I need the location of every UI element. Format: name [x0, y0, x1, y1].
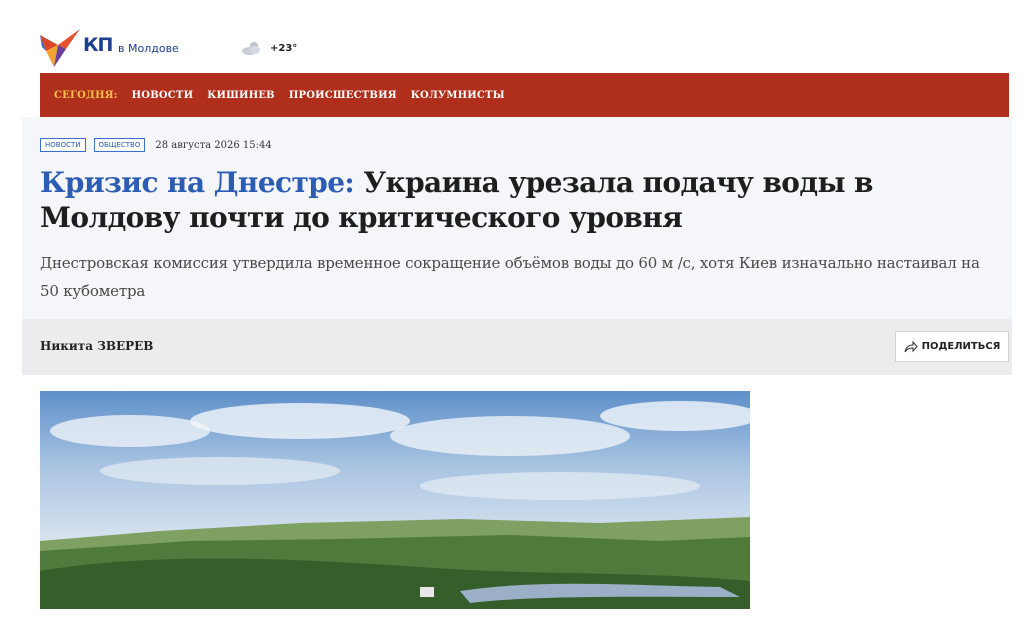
- share-button[interactable]: ПОДЕЛИТЬСЯ: [895, 331, 1009, 362]
- article-photo[interactable]: [40, 391, 750, 609]
- nav-item-news[interactable]: НОВОСТИ: [132, 90, 194, 101]
- site-logo[interactable]: КП в Молдове: [40, 29, 179, 67]
- landscape-photo: [40, 391, 750, 609]
- tag-news[interactable]: НОВОСТИ: [40, 138, 86, 152]
- article-author[interactable]: Никита ЗВЕРЕВ: [40, 339, 153, 353]
- main-nav: СЕГОДНЯ: НОВОСТИ КИШИНЕВ ПРОИСШЕСТВИЯ КО…: [40, 73, 1009, 117]
- page: КП в Молдове +23° СЕГОДНЯ: НОВОСТИ КИШИН…: [0, 0, 1024, 617]
- author-bar: Никита ЗВЕРЕВ ПОДЕЛИТЬСЯ: [22, 319, 1012, 375]
- logo-kp: КП: [83, 34, 113, 56]
- nav-item-incidents[interactable]: ПРОИСШЕСТВИЯ: [289, 90, 397, 101]
- article-lead: Днестровская комиссия утвердила временно…: [40, 254, 980, 300]
- cloud-sun-icon: [242, 42, 260, 55]
- article-date: 28 августа 2026 15:44: [155, 139, 272, 151]
- logo-star-icon: [40, 29, 80, 67]
- nav-item-chisinau[interactable]: КИШИНЕВ: [207, 90, 275, 101]
- weather-temperature: +23°: [270, 42, 298, 54]
- nav-today-label: СЕГОДНЯ:: [54, 89, 118, 101]
- nav-item-columnists[interactable]: КОЛУМНИСТЫ: [411, 90, 505, 101]
- weather-widget[interactable]: +23°: [240, 40, 297, 56]
- share-label: ПОДЕЛИТЬСЯ: [921, 341, 1001, 352]
- logo-region: в Молдове: [118, 42, 179, 55]
- site-header: КП в Молдове +23°: [0, 0, 1024, 73]
- headline-accent: Кризис на Днестре:: [40, 166, 355, 199]
- tag-society[interactable]: ОБЩЕСТВО: [93, 138, 146, 152]
- article-header: НОВОСТИ ОБЩЕСТВО 28 августа 2026 15:44 К…: [22, 117, 1012, 319]
- share-arrow-icon: [904, 340, 918, 352]
- article-headline: Кризис на Днестре: Украина урезала подач…: [40, 165, 1000, 235]
- article-meta: НОВОСТИ ОБЩЕСТВО 28 августа 2026 15:44: [40, 138, 272, 152]
